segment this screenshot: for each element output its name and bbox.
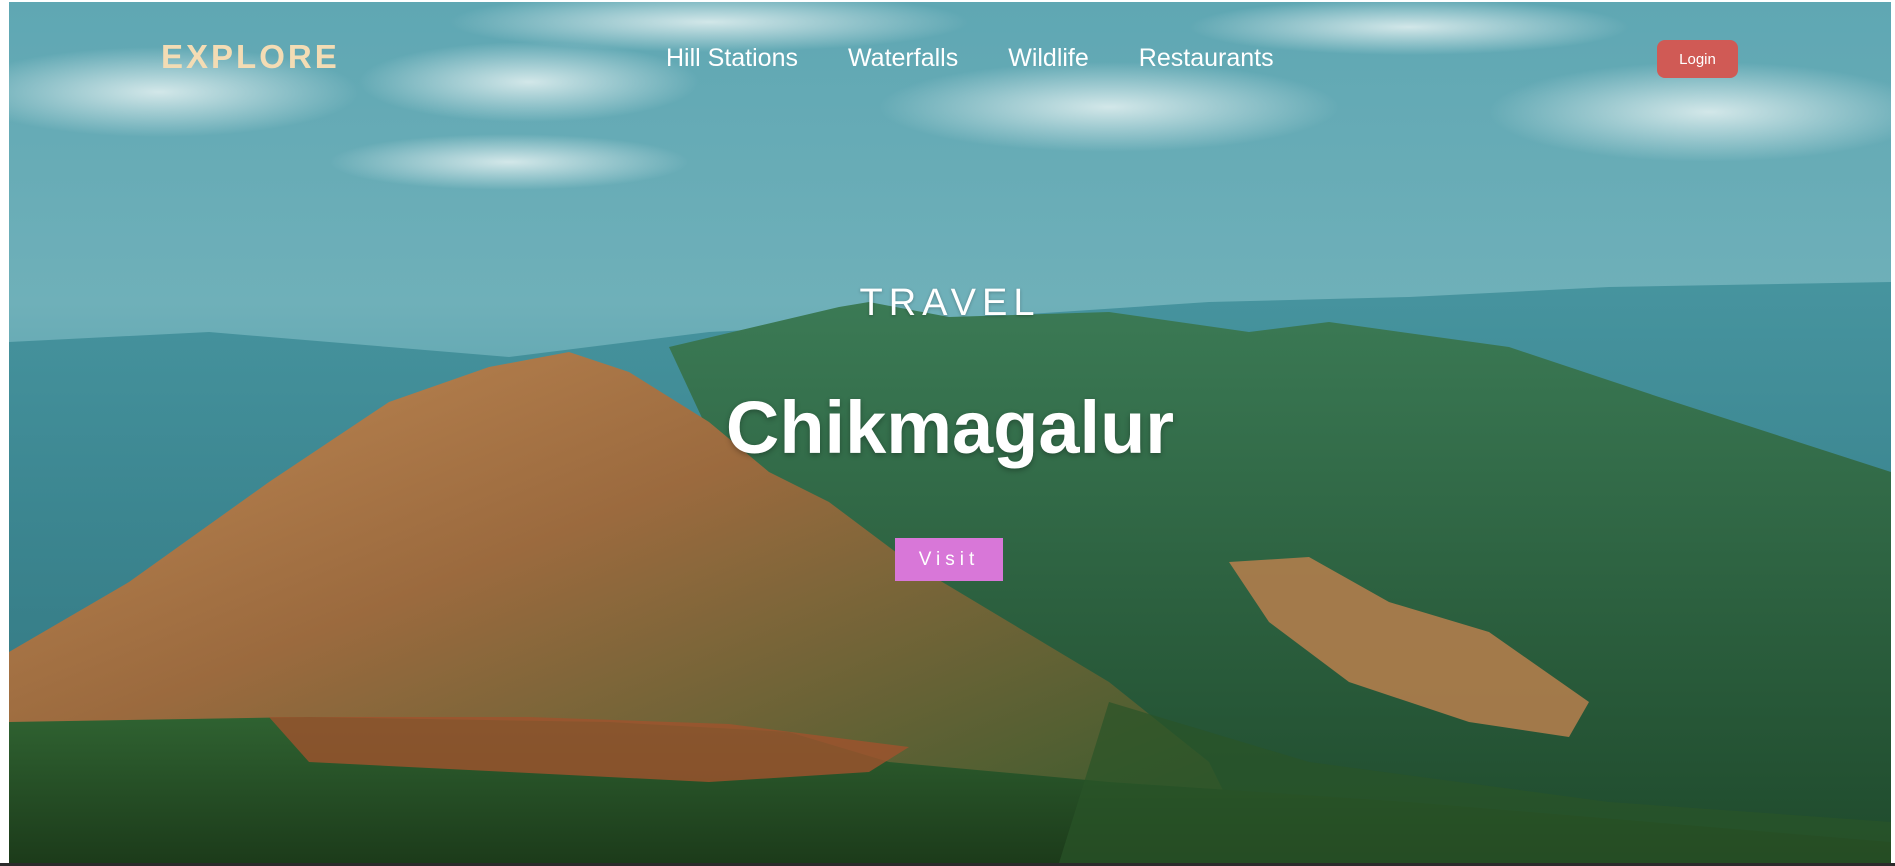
- site-logo[interactable]: EXPLORE: [161, 38, 340, 76]
- visit-button[interactable]: Visit: [895, 538, 1003, 581]
- nav-link-wildlife[interactable]: Wildlife: [1008, 44, 1089, 73]
- page-viewport: EXPLORE Hill Stations Waterfalls Wildlif…: [9, 2, 1891, 863]
- main-nav: Hill Stations Waterfalls Wildlife Restau…: [666, 44, 1274, 73]
- hero-subtitle: TRAVEL: [859, 282, 1041, 324]
- nav-link-restaurants[interactable]: Restaurants: [1139, 44, 1274, 73]
- login-button[interactable]: Login: [1657, 40, 1738, 78]
- hero-title: Chikmagalur: [725, 386, 1175, 469]
- nav-link-hill-stations[interactable]: Hill Stations: [666, 44, 798, 73]
- nav-link-waterfalls[interactable]: Waterfalls: [848, 44, 958, 73]
